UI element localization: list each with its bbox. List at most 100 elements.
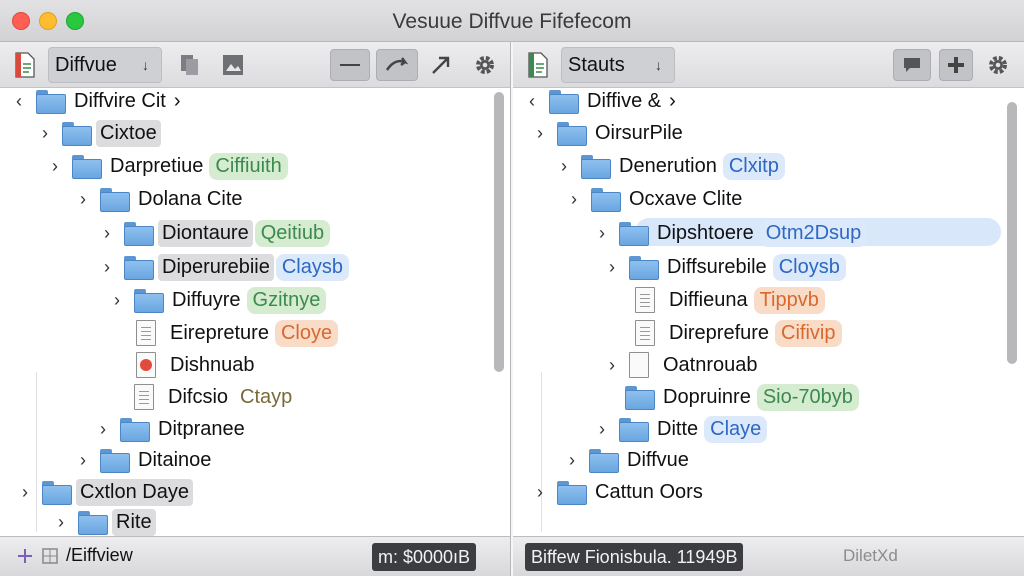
left-view-dropdown[interactable]: Diffvue ↓ — [48, 47, 162, 83]
tree-item-tag: Clxitp — [722, 152, 785, 180]
add-button[interactable] — [939, 49, 973, 81]
document-icon[interactable] — [527, 52, 549, 78]
tree-item-tag: Sio-70byb — [756, 383, 859, 411]
share-icon — [385, 57, 409, 71]
chevron-right-icon[interactable]: › — [100, 257, 114, 277]
right-view-dropdown[interactable]: Stauts ↓ — [561, 47, 675, 83]
tree-row[interactable]: ‹ Diffvire Cit › — [12, 86, 185, 116]
tree-row[interactable]: › Denerution Clxitp — [557, 151, 785, 181]
tree-row[interactable]: › Dolana Cite — [76, 184, 247, 214]
tree-row[interactable]: › Dipshtoere Otm2Dsup — [595, 218, 868, 248]
tree-item-label: Ditainoe — [138, 448, 212, 471]
settings-button[interactable] — [983, 49, 1013, 81]
tree-row[interactable]: Difcsio Ctayp — [134, 382, 298, 412]
tree-row[interactable]: › Diffsurebile Cloysb — [605, 252, 846, 282]
tree-row[interactable]: Dishnuab — [136, 350, 259, 380]
tree-row[interactable]: › Ditainoe — [76, 445, 215, 475]
folder-icon — [124, 256, 154, 280]
chevron-right-icon[interactable]: › — [595, 223, 609, 243]
arrow-button[interactable] — [426, 49, 456, 81]
right-pane: Stauts ↓ ‹ Diffive & › › OirsurPile › De… — [513, 42, 1024, 576]
tree-item-label: Ditte — [657, 417, 699, 440]
chevron-right-icon[interactable]: › — [76, 189, 90, 209]
share-button[interactable] — [376, 49, 418, 81]
folder-icon — [100, 188, 130, 212]
chevron-right-icon[interactable]: › — [76, 450, 90, 470]
file-icon — [136, 352, 156, 378]
tree-item-label: OirsurPile — [595, 121, 683, 144]
chevron-right-icon[interactable]: › — [38, 123, 52, 143]
plus-icon — [18, 548, 32, 563]
copy-button[interactable] — [176, 49, 204, 81]
gear-icon — [476, 56, 494, 74]
tree-row[interactable]: › Diperurebiie Claysb — [100, 252, 349, 282]
gear-icon — [989, 56, 1007, 74]
minus-button[interactable] — [330, 49, 370, 81]
tree-row[interactable]: › Oatnrouab — [605, 350, 762, 380]
tree-row[interactable]: › Ditte Claye — [595, 414, 768, 444]
folder-icon — [581, 155, 611, 179]
chevron-right-icon[interactable]: › — [595, 419, 609, 439]
chevron-down-icon[interactable]: ‹ — [525, 91, 539, 111]
tree-row[interactable]: › Darpretiue Ciffiuith — [48, 151, 288, 181]
tree-row[interactable]: Direprefure Cifivip — [635, 318, 842, 348]
tree-item-tag: Cloye — [274, 319, 339, 347]
tree-item-tag: Otm2Dsup — [759, 219, 868, 247]
tree-item-tag: Qeitiub — [254, 219, 331, 247]
tree-row[interactable]: › Ocxave Clite — [567, 184, 746, 214]
tree-item-label: Eirepreture — [170, 321, 269, 344]
folder-icon — [120, 418, 150, 442]
tree-guide-line — [36, 372, 37, 532]
file-icon — [629, 352, 649, 378]
comment-icon — [904, 58, 920, 72]
tree-row[interactable]: Dopruinre Sio-70byb — [625, 382, 859, 412]
tree-row[interactable]: Diffieuna Tippvb — [635, 285, 825, 315]
chevron-right-icon[interactable]: › — [533, 123, 547, 143]
chevron-right-icon[interactable]: › — [557, 156, 571, 176]
plus-icon — [948, 57, 964, 73]
chevron-right-icon[interactable]: › — [54, 512, 68, 532]
chevron-right-icon[interactable]: › — [605, 257, 619, 277]
tree-row[interactable]: › Diffvue — [565, 445, 693, 475]
left-scrollbar[interactable] — [494, 92, 504, 372]
tree-item-label: Diffive & — [587, 89, 662, 112]
left-status-size: m: $0000ıB — [372, 543, 477, 571]
tree-row[interactable]: › Ditpranee — [96, 414, 249, 444]
left-status-path: /Eiffview — [66, 545, 133, 565]
chevron-down-icon[interactable]: ‹ — [12, 91, 26, 111]
folder-icon — [625, 386, 655, 410]
chevron-right-icon[interactable]: › — [96, 419, 110, 439]
chevron-right-icon[interactable]: › — [18, 482, 32, 502]
tree-row[interactable]: › Diffuyre Gzitnye — [110, 285, 327, 315]
tree-row[interactable]: › Rite — [54, 507, 156, 537]
window-title: Vesuue Diffvue Fifefecom — [392, 10, 632, 33]
chevron-right-icon[interactable]: › — [110, 290, 124, 310]
file-icon — [136, 320, 156, 346]
chevron-right-icon[interactable]: › — [605, 355, 619, 375]
tree-row[interactable]: Eirepreture Cloye — [136, 318, 339, 348]
chevron-right-icon[interactable]: › — [48, 156, 62, 176]
tree-row[interactable]: › Cxtlon Daye — [18, 477, 193, 507]
copy-icon — [181, 55, 198, 75]
tree-item-label: Dolana Cite — [138, 187, 243, 210]
tree-row[interactable]: › Diontaure Qeitiub — [100, 218, 331, 248]
settings-button[interactable] — [470, 49, 500, 81]
chevron-right-icon[interactable]: › — [567, 189, 581, 209]
tree-item-label: Difcsio — [168, 385, 229, 408]
document-icon[interactable] — [14, 52, 36, 78]
chevron-right-icon: › — [173, 89, 181, 112]
image-button[interactable] — [218, 49, 248, 81]
comment-button[interactable] — [893, 49, 931, 81]
tree-item-label: Rite — [112, 508, 156, 536]
tree-item-tag: Tippvb — [753, 286, 825, 314]
tree-row[interactable]: ‹ Diffive & › — [525, 86, 680, 116]
tree-item-tag: Ctayp — [240, 385, 293, 408]
arrow-icon — [432, 56, 450, 74]
right-scrollbar[interactable] — [1007, 102, 1017, 364]
chevron-right-icon[interactable]: › — [533, 482, 547, 502]
chevron-right-icon[interactable]: › — [565, 450, 579, 470]
tree-row[interactable]: › Cattun Oors — [533, 477, 707, 507]
tree-row[interactable]: › OirsurPile — [533, 118, 687, 148]
tree-row[interactable]: › Cixtoe — [38, 118, 161, 148]
chevron-right-icon[interactable]: › — [100, 223, 114, 243]
